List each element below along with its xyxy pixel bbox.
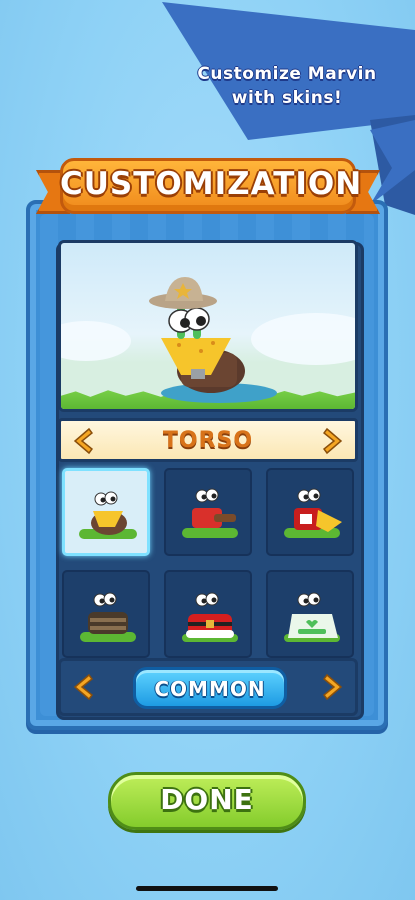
done-button[interactable]: DONE bbox=[108, 772, 306, 830]
red-guitar-icon bbox=[182, 488, 238, 538]
rarity-button[interactable]: COMMON bbox=[133, 667, 287, 709]
barrel-armor-icon bbox=[80, 592, 136, 642]
skin-item-cowboy-vest[interactable] bbox=[62, 468, 150, 556]
page-title: CUSTOMIZATION bbox=[60, 166, 363, 202]
chevron-right-icon[interactable] bbox=[323, 427, 345, 455]
slime-shirt-icon bbox=[284, 592, 340, 642]
skin-item-barrel-armor[interactable] bbox=[62, 570, 150, 658]
character-preview bbox=[58, 240, 358, 412]
skin-item-santa-suit[interactable] bbox=[164, 570, 252, 658]
rarity-selector: COMMON bbox=[58, 658, 358, 716]
chevron-left-icon[interactable] bbox=[71, 427, 93, 455]
marvin-snail-cowboy bbox=[149, 277, 277, 403]
done-label: DONE bbox=[160, 783, 254, 816]
cowboy-vest-icon bbox=[79, 491, 137, 539]
home-indicator[interactable] bbox=[136, 886, 278, 891]
title-ribbon: CUSTOMIZATION bbox=[36, 152, 380, 222]
skin-item-red-guitar[interactable] bbox=[164, 468, 252, 556]
mustard-cape-icon bbox=[284, 488, 342, 538]
chevron-left-icon[interactable] bbox=[71, 673, 93, 701]
rarity-label: COMMON bbox=[154, 677, 266, 701]
skin-item-i-love-slime-shirt[interactable] bbox=[266, 570, 354, 658]
category-selector: TORSO bbox=[58, 418, 358, 462]
promo-text: Customize Marvin with skins! bbox=[197, 64, 377, 108]
skin-item-mustard-cape[interactable] bbox=[266, 468, 354, 556]
category-label: TORSO bbox=[162, 428, 254, 453]
chevron-right-icon[interactable] bbox=[323, 673, 345, 701]
santa-suit-icon bbox=[182, 592, 238, 642]
